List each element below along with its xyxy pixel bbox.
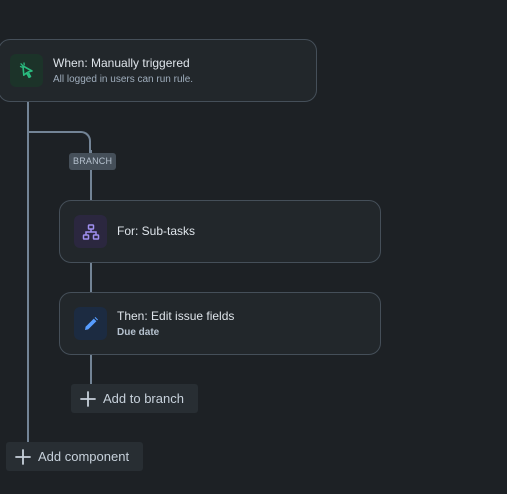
trigger-card[interactable]: When: Manually triggered All logged in u… xyxy=(0,39,317,102)
for-card-title: For: Sub-tasks xyxy=(117,224,196,238)
then-card-subtitle: Due date xyxy=(117,326,160,338)
trigger-icon-box xyxy=(10,54,43,87)
rule-builder-canvas: When: Manually triggered All logged in u… xyxy=(0,0,507,494)
add-to-branch-button[interactable]: Add to branch xyxy=(71,384,198,413)
branch-connector-curve xyxy=(27,131,91,155)
trigger-title: When: Manually triggered xyxy=(53,55,190,70)
branch-tag: BRANCH xyxy=(69,153,117,170)
branch-connector-line xyxy=(90,262,92,293)
branch-connector-line xyxy=(90,354,92,384)
plus-icon xyxy=(80,390,96,407)
pencil-icon xyxy=(84,316,98,330)
add-component-label: Add component xyxy=(38,449,130,464)
trigger-subtitle: All logged in users can run rule. xyxy=(53,73,194,85)
branch-for-card[interactable]: For: Sub-tasks xyxy=(59,200,381,263)
action-icon-box xyxy=(74,307,107,340)
then-card-title: Then: Edit issue fields xyxy=(117,308,235,323)
add-component-button[interactable]: Add component xyxy=(6,442,143,471)
plus-icon xyxy=(15,448,31,465)
branch-icon-box xyxy=(74,215,107,248)
cursor-click-icon xyxy=(19,61,33,78)
add-to-branch-label: Add to branch xyxy=(103,391,184,406)
action-edit-issue-card[interactable]: Then: Edit issue fields Due date xyxy=(59,292,381,355)
hierarchy-icon xyxy=(82,223,99,240)
